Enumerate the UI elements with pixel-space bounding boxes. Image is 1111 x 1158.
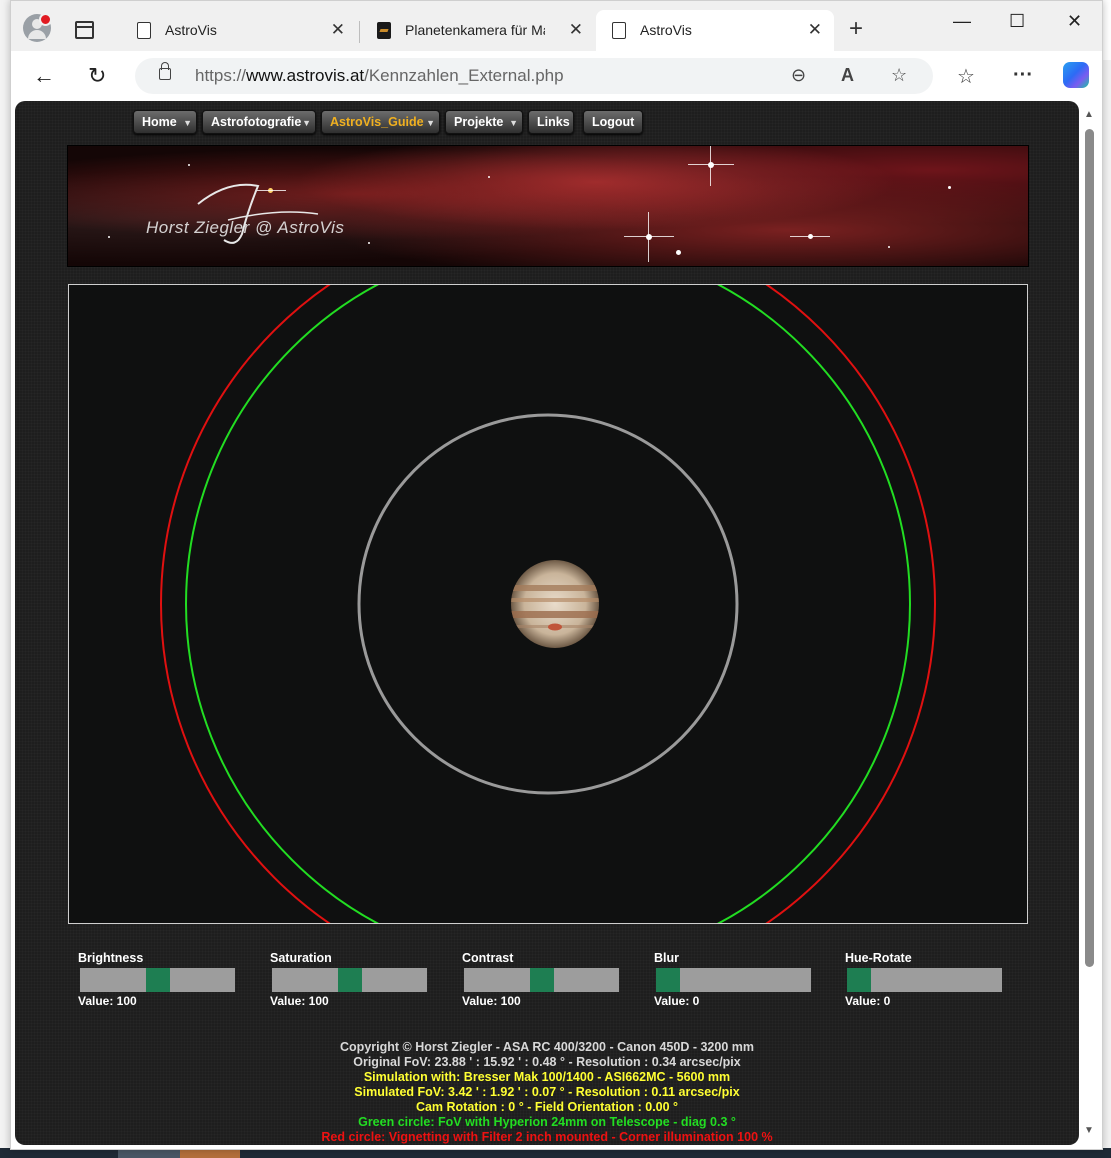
slider-label: Saturation xyxy=(270,951,332,965)
favorite-star-icon[interactable]: ☆ xyxy=(891,65,907,86)
fov-circles xyxy=(160,285,936,923)
banner-star-spike xyxy=(790,236,830,237)
red-circle-legend: Red circle: Vignetting with Filter 2 inc… xyxy=(321,1130,773,1144)
address-bar[interactable]: https://www.astrovis.at/Kennzahlen_Exter… xyxy=(135,58,933,94)
menu-projekte[interactable]: Projekte ▼ xyxy=(445,110,523,134)
menu-astrofotografie[interactable]: Astrofotografie ▼ xyxy=(202,110,316,134)
close-window-button[interactable]: ✕ xyxy=(1067,11,1082,32)
menu-label: Logout xyxy=(592,115,635,129)
menu-label: AstroVis_Guide xyxy=(330,115,424,129)
address-toolbar: ← ↻ https://www.astrovis.at/Kennzahlen_E… xyxy=(11,51,1102,101)
tab-close-icon[interactable]: ✕ xyxy=(808,20,822,40)
banner-star xyxy=(676,250,681,255)
more-menu-icon[interactable]: ··· xyxy=(1013,64,1033,87)
slider-label: Contrast xyxy=(462,951,514,965)
menu-label: Astrofotografie xyxy=(211,115,302,129)
page-icon xyxy=(612,22,626,39)
banner-star xyxy=(948,186,951,189)
url-domain: www.astrovis.at xyxy=(246,66,365,85)
tab-actions-icon[interactable] xyxy=(75,21,94,39)
scroll-up-arrow-icon[interactable]: ▲ xyxy=(1084,109,1094,120)
slider-value: Value: 100 xyxy=(270,994,329,1008)
banner-star xyxy=(646,234,652,240)
tab-close-icon[interactable]: ✕ xyxy=(331,20,345,40)
copyright-line: Copyright © Horst Ziegler - ASA RC 400/3… xyxy=(340,1040,754,1054)
tab-title: AstroVis xyxy=(640,22,692,38)
new-tab-button[interactable]: + xyxy=(849,15,863,43)
menu-label: Links xyxy=(537,115,570,129)
contrast-slider-thumb[interactable] xyxy=(529,968,554,992)
dropdown-arrow-icon: ▼ xyxy=(509,118,518,128)
tab-title: AstroVis xyxy=(165,22,217,38)
maximize-button[interactable]: ☐ xyxy=(1009,11,1025,32)
tab-astrovis-active[interactable]: AstroVis ✕ xyxy=(596,10,834,51)
minimize-button[interactable]: — xyxy=(953,11,971,32)
slider-label: Hue-Rotate xyxy=(845,951,912,965)
slider-value: Value: 0 xyxy=(654,994,700,1008)
saturation-slider-thumb[interactable] xyxy=(337,968,362,992)
banner-star-spike xyxy=(688,164,734,165)
tab-title: Planetenkamera für Mal xyxy=(405,22,545,38)
site-info-lock-icon[interactable] xyxy=(159,62,171,80)
menu-label: Projekte xyxy=(454,115,504,129)
dropdown-arrow-icon: ▼ xyxy=(183,118,192,128)
banner-star xyxy=(708,162,714,168)
banner-star-spike xyxy=(624,236,674,237)
back-button[interactable]: ← xyxy=(33,63,55,89)
page-viewport: Home ▼ Astrofotografie ▼ AstroVis_Guide ▼ P… xyxy=(11,101,1102,1149)
slider-label: Blur xyxy=(654,951,679,965)
zoom-icon[interactable]: ⊖ xyxy=(791,65,806,86)
green-circle-legend: Green circle: FoV with Hyperion 24mm on … xyxy=(358,1115,736,1129)
tab-astrovis-1[interactable]: AstroVis ✕ xyxy=(121,10,357,51)
jupiter-planet xyxy=(511,560,599,648)
banner-signature: Horst Ziegler @ AstroVis xyxy=(146,218,345,237)
banner-star xyxy=(188,164,190,166)
tab-close-icon[interactable]: ✕ xyxy=(569,20,583,40)
tab-separator xyxy=(359,21,360,43)
slider-value: Value: 100 xyxy=(78,994,137,1008)
url-scheme: https:// xyxy=(195,66,247,85)
page-scrollbar-thumb[interactable] xyxy=(1085,129,1094,967)
signature-logo xyxy=(197,183,319,244)
banner-star xyxy=(488,176,490,178)
tab-planetenkamera[interactable]: Planetenkamera für Mal ✕ xyxy=(361,10,595,51)
astrovis-page: Home ▼ Astrofotografie ▼ AstroVis_Guide ▼ P… xyxy=(15,101,1079,1145)
header-banner-image: Horst Ziegler @ AstroVis xyxy=(67,145,1029,267)
slider-value: Value: 0 xyxy=(845,994,891,1008)
banner-star-spike xyxy=(648,212,649,262)
copilot-icon[interactable] xyxy=(1063,62,1089,88)
fov-simulation-view xyxy=(68,284,1028,924)
url-path: /Kennzahlen_External.php xyxy=(364,66,564,85)
url-text[interactable]: https://www.astrovis.at/Kennzahlen_Exter… xyxy=(195,66,564,86)
reload-button[interactable]: ↻ xyxy=(88,63,106,89)
site-favicon-icon xyxy=(377,22,391,39)
profile-avatar-icon[interactable] xyxy=(23,13,52,42)
browser-window: AstroVis ✕ Planetenkamera für Mal ✕ Astr… xyxy=(10,0,1103,1150)
menu-label: Home xyxy=(142,115,177,129)
original-fov-line: Original FoV: 23.88 ' : 15.92 ' : 0.48 °… xyxy=(353,1055,741,1069)
simulated-fov-line: Simulated FoV: 3.42 ' : 1.92 ' : 0.07 ° … xyxy=(354,1085,740,1099)
brightness-slider-thumb[interactable] xyxy=(145,968,170,992)
info-footer: Copyright © Horst Ziegler - ASA RC 400/3… xyxy=(15,1040,1079,1145)
simulation-setup-line: Simulation with: Bresser Mak 100/1400 - … xyxy=(363,1070,731,1084)
tab-bar: AstroVis ✕ Planetenkamera für Mal ✕ Astr… xyxy=(11,1,1102,51)
banner-star-spike xyxy=(710,146,711,186)
menu-links[interactable]: Links xyxy=(528,110,574,134)
scroll-down-arrow-icon[interactable]: ▼ xyxy=(1084,1125,1094,1136)
menu-logout[interactable]: Logout xyxy=(583,110,643,134)
cam-rotation-line: Cam Rotation : 0 ° - Field Orientation :… xyxy=(415,1100,679,1114)
menu-astrovis-guide[interactable]: AstroVis_Guide ▼ xyxy=(321,110,440,134)
slider-label: Brightness xyxy=(78,951,144,965)
menu-home[interactable]: Home ▼ xyxy=(133,110,197,134)
dropdown-arrow-icon: ▼ xyxy=(302,118,311,128)
blur-slider-thumb[interactable] xyxy=(656,968,680,992)
slider-value: Value: 100 xyxy=(462,994,521,1008)
banner-star xyxy=(888,246,890,248)
page-icon xyxy=(137,22,151,39)
dropdown-arrow-icon: ▼ xyxy=(426,118,435,128)
read-aloud-icon[interactable]: A xyxy=(841,65,854,86)
banner-star xyxy=(108,236,110,238)
favorites-icon[interactable]: ☆ xyxy=(957,64,975,89)
hue-rotate-slider-thumb[interactable] xyxy=(847,968,871,992)
